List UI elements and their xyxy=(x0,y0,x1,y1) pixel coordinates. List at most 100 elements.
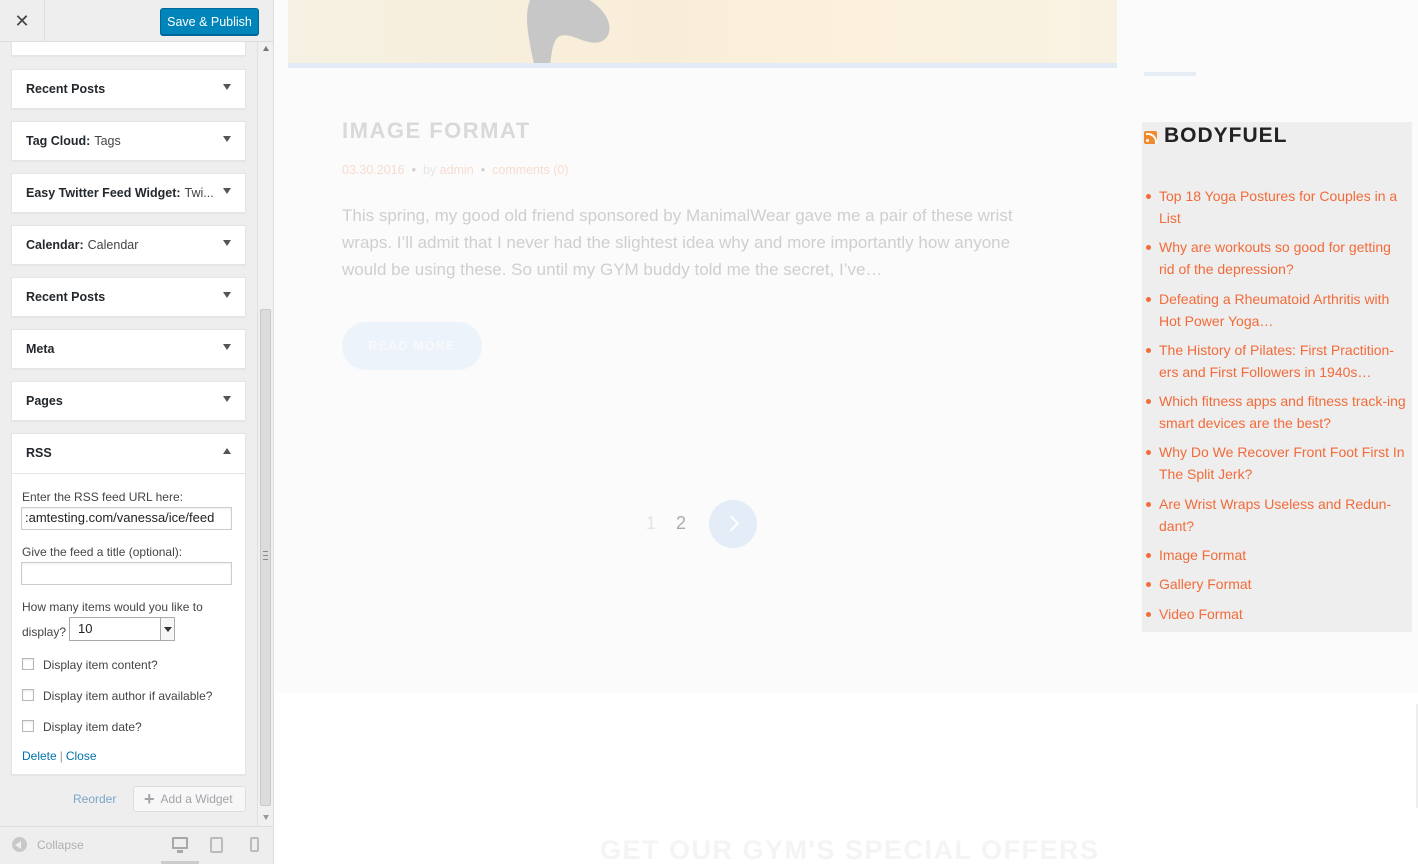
scrollbar-thumb[interactable] xyxy=(260,309,271,806)
rss-item-link[interactable]: Why Do We Recover Front Foot First In Th… xyxy=(1145,441,1407,485)
tablet-preview-icon[interactable] xyxy=(210,837,223,853)
rss-icon[interactable] xyxy=(1144,131,1157,144)
special-offers-heading: GET OUR GYM'S SPECIAL OFFERS xyxy=(600,835,1100,864)
widget-title: RSS xyxy=(26,446,52,460)
widget-title: Calendar: xyxy=(26,238,84,252)
rss-widget-form: Enter the RSS feed URL here: :amtesting.… xyxy=(12,473,245,774)
close-link[interactable]: Close xyxy=(66,749,97,763)
widget-title: Meta xyxy=(26,342,55,356)
collapse-label: Collapse xyxy=(37,837,84,852)
rss-item-link[interactable]: Image Format xyxy=(1145,544,1407,566)
widget-recent-posts-2[interactable]: Recent Posts xyxy=(11,277,246,317)
customizer-sidebar: ✕ Save & Publish Recent Posts Tag Cloud:… xyxy=(0,0,274,864)
post-featured-image[interactable] xyxy=(288,0,1117,64)
rss-items-label: How many items would you like to xyxy=(22,600,203,614)
checkbox-item-date[interactable] xyxy=(22,720,34,732)
expand-arrow-icon[interactable] xyxy=(223,84,231,90)
widget-subtitle: Tags xyxy=(94,134,121,148)
post-date[interactable]: 03.30.2016 xyxy=(342,163,405,177)
rss-item-link[interactable]: Why are workouts so good for getting rid… xyxy=(1145,236,1407,280)
post-excerpt: This spring, my good old friend sponsore… xyxy=(342,206,1013,279)
post-by: by xyxy=(422,163,437,177)
post-meta: 03.30.2016 • by admin • comments (0) xyxy=(342,163,568,177)
mobile-preview-icon[interactable] xyxy=(250,837,259,852)
chevron-down-icon[interactable] xyxy=(160,618,174,640)
pagination-page-1[interactable]: 1 xyxy=(646,513,656,534)
checkbox-item-author-label: Display item author if available? xyxy=(43,689,213,703)
rss-item-link[interactable]: Which fitness apps and fitness track-ing… xyxy=(1145,390,1407,434)
pagination-page-2[interactable]: 2 xyxy=(676,513,686,534)
widget-twitter-feed[interactable]: Easy Twitter Feed Widget: Twi... xyxy=(11,173,246,213)
widget-list: Recent Posts Tag Cloud: Tags Easy Twitter… xyxy=(0,42,256,827)
widget-rss-header[interactable]: RSS xyxy=(12,434,245,472)
rss-items-select[interactable]: 10 xyxy=(69,617,175,641)
widget-meta[interactable]: Meta xyxy=(11,329,246,369)
collapse-arrow-icon[interactable] xyxy=(223,448,231,454)
rss-title-input[interactable] xyxy=(21,562,232,585)
desktop-preview-icon[interactable] xyxy=(172,837,188,853)
widget-partial[interactable] xyxy=(11,42,246,56)
checkbox-item-date-label: Display item date? xyxy=(43,720,142,734)
widget-pages[interactable]: Pages xyxy=(11,381,246,421)
collapse-button[interactable]: Collapse xyxy=(12,837,84,852)
rss-items-label-2: display? xyxy=(22,625,67,639)
checkbox-item-content[interactable] xyxy=(22,658,34,670)
customizer-header: ✕ Save & Publish xyxy=(0,0,273,42)
post-comments[interactable]: comments (0) xyxy=(492,163,568,177)
widget-recent-posts[interactable]: Recent Posts xyxy=(11,69,246,109)
expand-arrow-icon[interactable] xyxy=(223,396,231,402)
rss-widget-actions: Delete | Close xyxy=(22,749,97,763)
widget-title: Easy Twitter Feed Widget: xyxy=(26,186,181,200)
link-separator: | xyxy=(59,749,63,763)
widget-title: Recent Posts xyxy=(26,290,106,304)
expand-arrow-icon[interactable] xyxy=(223,344,231,350)
widget-calendar[interactable]: Calendar: Calendar xyxy=(11,225,246,265)
rss-item-link[interactable]: Defeating a Rheumatoid Arthritis with Ho… xyxy=(1145,288,1407,332)
widget-tag-cloud[interactable]: Tag Cloud: Tags xyxy=(11,121,246,161)
expand-arrow-icon[interactable] xyxy=(223,136,231,142)
scroll-up-arrow-icon[interactable] xyxy=(263,46,269,51)
checkbox-item-author[interactable] xyxy=(22,689,34,701)
add-widget-label: Add a Widget xyxy=(160,792,233,806)
close-icon[interactable]: ✕ xyxy=(0,0,45,42)
rss-item-link[interactable]: Gallery Format xyxy=(1145,573,1407,595)
save-publish-button[interactable]: Save & Publish xyxy=(160,8,259,35)
collapse-arrow-icon xyxy=(12,837,27,852)
delete-link[interactable]: Delete xyxy=(22,749,57,763)
rss-widget-title[interactable]: BODYFUEL xyxy=(1164,124,1288,148)
scroll-down-arrow-icon[interactable] xyxy=(263,815,269,820)
expand-arrow-icon[interactable] xyxy=(223,292,231,298)
expand-arrow-icon[interactable] xyxy=(223,240,231,246)
customizer-footer: Collapse xyxy=(0,826,273,864)
rss-item-link[interactable]: The History of Pilates: First Practition… xyxy=(1145,339,1407,383)
rss-feed-widget: BODYFUEL Top 18 Yoga Postures for Couple… xyxy=(1142,122,1412,632)
widget-rss: RSS Enter the RSS feed URL here: :amtest… xyxy=(11,433,246,775)
expand-arrow-icon[interactable] xyxy=(223,188,231,194)
widget-subtitle: Twi... xyxy=(184,186,214,200)
rss-items-value: 10 xyxy=(78,621,93,636)
pagination-next-icon[interactable] xyxy=(709,500,757,548)
widget-title: Pages xyxy=(26,394,63,408)
add-widget-button[interactable]: + Add a Widget xyxy=(133,786,246,812)
read-more-button[interactable]: READ MORE xyxy=(342,322,482,370)
meta-dot-icon: • xyxy=(411,163,416,177)
rss-item-link[interactable]: Top 18 Yoga Postures for Couples in a Li… xyxy=(1145,185,1407,229)
rss-item-list: Top 18 Yoga Postures for Couples in a Li… xyxy=(1145,185,1407,632)
meta-dot-icon: • xyxy=(480,163,486,177)
reorder-link[interactable]: Reorder xyxy=(73,792,116,806)
widget-subtitle: Calendar xyxy=(87,238,139,252)
scroll-grip-icon xyxy=(263,551,268,560)
sidebar-scrollbar[interactable] xyxy=(257,42,273,827)
checkbox-item-content-label: Display item content? xyxy=(43,658,158,672)
post-author[interactable]: admin xyxy=(440,163,474,177)
rss-url-input[interactable]: :amtesting.com/vanessa/ice/feed xyxy=(21,507,232,530)
widget-title: Tag Cloud: xyxy=(26,134,91,148)
featured-image-underline xyxy=(288,63,1117,68)
featured-image-figure xyxy=(527,0,610,64)
post-title[interactable]: IMAGE FORMAT xyxy=(342,118,531,144)
rss-title-label: Give the feed a title (optional): xyxy=(22,545,183,559)
rss-item-link[interactable]: Video Format xyxy=(1145,603,1407,625)
rss-item-link[interactable]: Are Wrist Wraps Useless and Redun-dant? xyxy=(1145,493,1407,537)
site-preview: IMAGE FORMAT 03.30.2016 • by admin • comment… xyxy=(274,0,1418,864)
plus-icon: + xyxy=(144,789,155,809)
